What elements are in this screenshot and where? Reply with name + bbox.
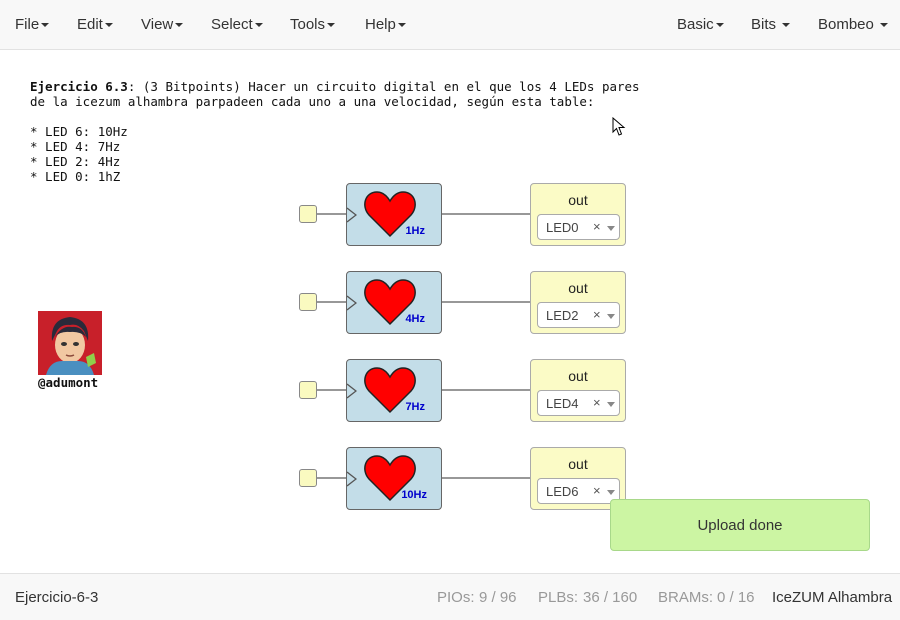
pin-select-3[interactable]: LED4 × <box>537 390 620 416</box>
pin-select-2[interactable]: LED2 × <box>537 302 620 328</box>
frequency-label: 1Hz <box>405 225 425 237</box>
upload-toast[interactable]: Upload done <box>610 499 870 551</box>
clear-icon[interactable]: × <box>593 307 601 322</box>
toast-message: Upload done <box>697 517 783 534</box>
brams-value: 0 / 16 <box>717 589 755 606</box>
cursor-icon <box>612 117 626 136</box>
input-port-2[interactable] <box>299 293 317 311</box>
output-label: out <box>568 192 588 208</box>
output-block-3[interactable]: out LED4 × <box>530 359 626 422</box>
pios-label: PIOs: <box>437 589 475 606</box>
blink-block-2[interactable]: 4Hz <box>346 271 442 334</box>
plbs-label: PLBs: <box>538 589 579 606</box>
output-label: out <box>568 280 588 296</box>
clock-input-icon <box>347 471 357 487</box>
board-selector[interactable]: IceZUM Alhambra <box>772 589 892 606</box>
brams-label: BRAMs: <box>658 589 714 606</box>
chevron-down-icon[interactable] <box>607 402 615 407</box>
output-label: out <box>568 456 588 472</box>
blink-block-1[interactable]: 1Hz <box>346 183 442 246</box>
pin-select-value: LED2 <box>546 308 579 323</box>
frequency-label: 10Hz <box>401 489 427 501</box>
output-block-2[interactable]: out LED2 × <box>530 271 626 334</box>
input-port-1[interactable] <box>299 205 317 223</box>
status-bar: Ejercicio-6-3 PIOs: 9 / 96 PLBs: 36 / 16… <box>0 573 900 620</box>
pin-select-value: LED4 <box>546 396 579 411</box>
project-name: Ejercicio-6-3 <box>15 589 99 606</box>
frequency-label: 4Hz <box>405 313 425 325</box>
plbs-value: 36 / 160 <box>583 589 638 606</box>
clock-input-icon <box>347 383 357 399</box>
output-label: out <box>568 368 588 384</box>
pin-select-value: LED6 <box>546 484 579 499</box>
output-block-1[interactable]: out LED0 × <box>530 183 626 246</box>
chevron-down-icon[interactable] <box>607 226 615 231</box>
input-port-4[interactable] <box>299 469 317 487</box>
pin-select-value: LED0 <box>546 220 579 235</box>
blink-block-4[interactable]: 10Hz <box>346 447 442 510</box>
pin-select-1[interactable]: LED0 × <box>537 214 620 240</box>
clock-input-icon <box>347 207 357 223</box>
pin-select-4[interactable]: LED6 × <box>537 478 620 504</box>
input-port-3[interactable] <box>299 381 317 399</box>
clear-icon[interactable]: × <box>593 483 601 498</box>
clear-icon[interactable]: × <box>593 395 601 410</box>
chevron-down-icon[interactable] <box>607 314 615 319</box>
chevron-down-icon[interactable] <box>607 490 615 495</box>
clock-input-icon <box>347 295 357 311</box>
clear-icon[interactable]: × <box>593 219 601 234</box>
blink-block-3[interactable]: 7Hz <box>346 359 442 422</box>
frequency-label: 7Hz <box>405 401 425 413</box>
pios-value: 9 / 96 <box>479 589 517 606</box>
